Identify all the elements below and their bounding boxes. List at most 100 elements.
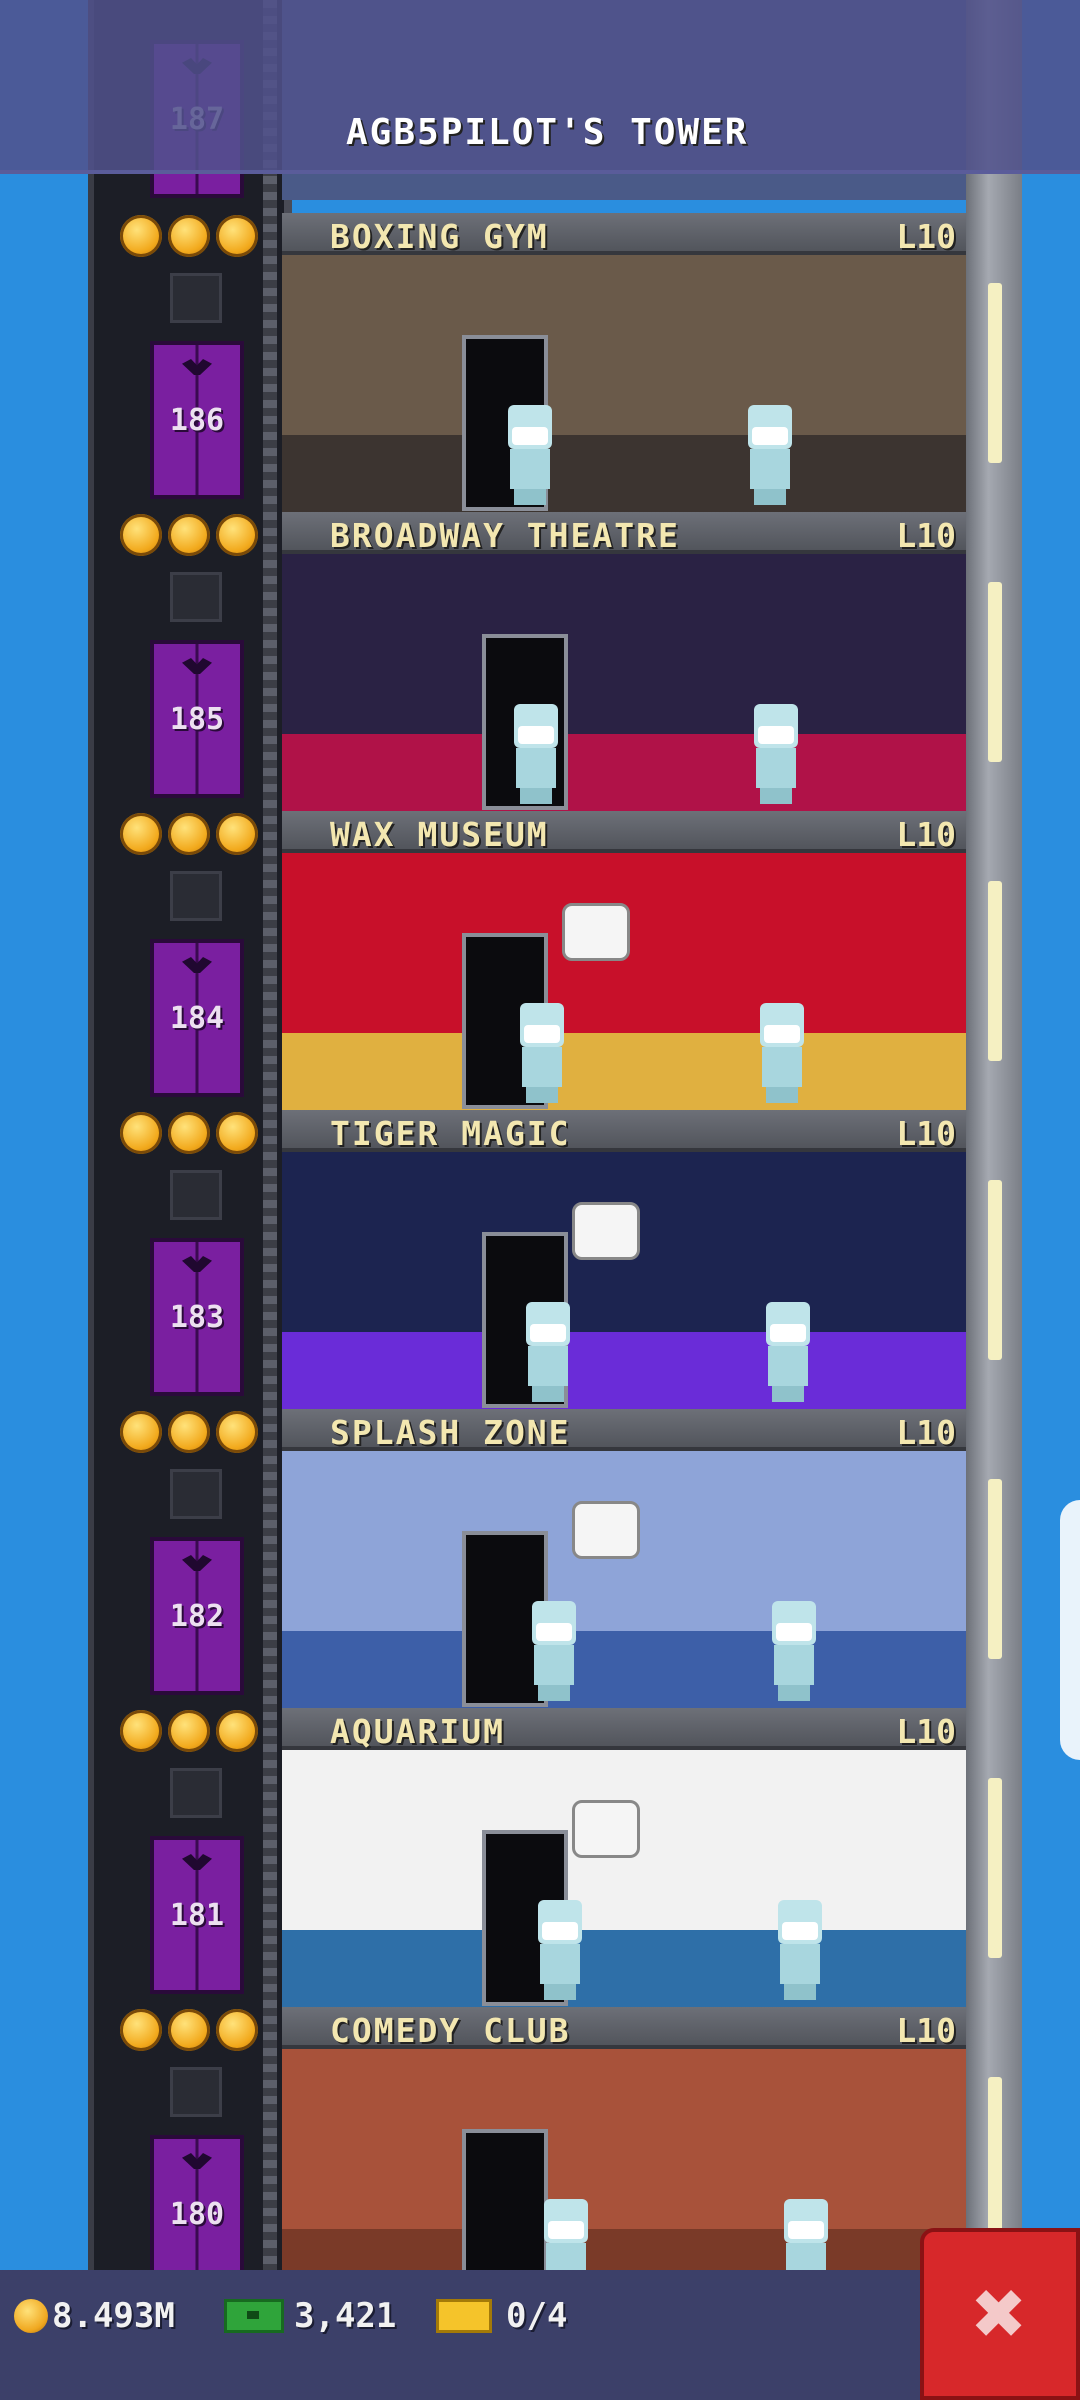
star-icon	[168, 2009, 210, 2051]
floor-number: 184	[169, 1001, 225, 1036]
star-icon	[216, 1411, 258, 1453]
elevator-door[interactable]: 183	[150, 1238, 244, 1396]
floor-level: L10	[896, 1712, 956, 1751]
elevator-door[interactable]: 181	[150, 1836, 244, 1994]
floor-level: L10	[896, 815, 956, 854]
close-button[interactable]: ✖	[920, 2228, 1080, 2400]
floor-name: WAX MUSEUM	[330, 815, 549, 854]
coins-value: 8.493M	[52, 2296, 175, 2336]
bux-value: 3,421	[294, 2296, 397, 2336]
floor-header: SPLASH ZONE L10	[282, 1409, 966, 1452]
floor-stars	[120, 1112, 270, 1156]
bitizen-sprite[interactable]	[502, 405, 558, 505]
bux-counter: 3,421	[224, 2296, 396, 2336]
tower-window	[988, 582, 1002, 762]
speech-bubble-icon[interactable]	[572, 1501, 640, 1559]
elevator-indicator	[170, 1469, 222, 1519]
elevator-door[interactable]: 184	[150, 939, 244, 1097]
tower-window	[988, 881, 1002, 1061]
tower-window	[988, 1180, 1002, 1360]
bat-icon	[182, 359, 212, 375]
bat-icon	[182, 658, 212, 674]
star-icon	[216, 215, 258, 257]
bat-icon	[182, 1256, 212, 1272]
star-icon	[216, 514, 258, 556]
bitizen-sprite[interactable]	[520, 1302, 576, 1402]
elevator-door[interactable]: 185	[150, 640, 244, 798]
tickets-value: 0/4	[506, 2296, 568, 2336]
floor-number: 183	[169, 1300, 225, 1335]
bux-icon	[224, 2299, 284, 2333]
floor-wax-museum[interactable]: WAX MUSEUM L10	[282, 811, 966, 1110]
bat-icon	[182, 957, 212, 973]
floor-stars	[120, 514, 270, 558]
tower-header: AGB5PILOT'S TOWER	[0, 0, 1080, 174]
star-icon	[168, 1710, 210, 1752]
speech-bubble-icon[interactable]	[572, 1202, 640, 1260]
elevator-indicator	[170, 572, 222, 622]
floor-name: SPLASH ZONE	[330, 1413, 571, 1452]
floor-room	[282, 255, 966, 512]
floor-name: BOXING GYM	[330, 217, 549, 256]
floor-broadway-theatre[interactable]: BROADWAY THEATRE L10	[282, 512, 966, 811]
floor-comedy-club[interactable]: COMEDY CLUB L10	[282, 2007, 966, 2306]
floor-level: L10	[896, 516, 956, 555]
floor-tiger-magic[interactable]: TIGER MAGIC L10	[282, 1110, 966, 1409]
bat-icon	[182, 1555, 212, 1571]
bitizen-sprite[interactable]	[742, 405, 798, 505]
bitizen-sprite[interactable]	[508, 704, 564, 804]
floor-aquarium[interactable]: AQUARIUM L10	[282, 1708, 966, 2007]
close-icon: ✖	[972, 2261, 1028, 2366]
floor-room	[282, 554, 966, 811]
speech-bubble-icon[interactable]	[572, 1800, 640, 1858]
floor-room	[282, 1451, 966, 1708]
bitizen-sprite[interactable]	[772, 1900, 828, 2000]
floor-splash-zone[interactable]: SPLASH ZONE L10	[282, 1409, 966, 1708]
floor-room	[282, 853, 966, 1110]
coin-icon	[14, 2299, 48, 2333]
floor-level: L10	[896, 1413, 956, 1452]
star-icon	[120, 215, 162, 257]
bitizen-sprite[interactable]	[760, 1302, 816, 1402]
elevator-indicator	[170, 2067, 222, 2117]
bitizen-sprite[interactable]	[748, 704, 804, 804]
golden-ticket-icon	[436, 2299, 492, 2333]
bitizen-sprite[interactable]	[766, 1601, 822, 1701]
star-icon	[216, 813, 258, 855]
elevator-indicator	[170, 871, 222, 921]
cloud	[1060, 1500, 1080, 1760]
floor-stars	[120, 2009, 270, 2053]
floor-level: L10	[896, 217, 956, 256]
floor-boxing-gym[interactable]: BOXING GYM L10	[282, 213, 966, 512]
elevator-indicator	[170, 1768, 222, 1818]
star-icon	[168, 215, 210, 257]
elevator-indicator	[170, 1170, 222, 1220]
speech-bubble-icon[interactable]	[562, 903, 630, 961]
star-icon	[120, 514, 162, 556]
star-icon	[216, 1112, 258, 1154]
bitizen-sprite[interactable]	[526, 1601, 582, 1701]
floor-name: BROADWAY THEATRE	[330, 516, 680, 555]
floor-name: AQUARIUM	[330, 1712, 505, 1751]
star-icon	[216, 2009, 258, 2051]
floor-header: BOXING GYM L10	[282, 213, 966, 256]
floor-room	[282, 1152, 966, 1409]
star-icon	[120, 2009, 162, 2051]
star-icon	[168, 1112, 210, 1154]
elevator-door[interactable]: 182	[150, 1537, 244, 1695]
floor-level: L10	[896, 1114, 956, 1153]
floor-level: L10	[896, 2011, 956, 2050]
bitizen-sprite[interactable]	[532, 1900, 588, 2000]
elevator-indicator	[170, 273, 222, 323]
bitizen-sprite[interactable]	[754, 1003, 810, 1103]
tower-title: AGB5PILOT'S TOWER	[346, 112, 749, 153]
floor-name: TIGER MAGIC	[330, 1114, 571, 1153]
bat-icon	[182, 1854, 212, 1870]
floor-number: 182	[169, 1599, 225, 1634]
floor-header: AQUARIUM L10	[282, 1708, 966, 1751]
floor-number: 181	[169, 1898, 225, 1933]
star-icon	[168, 514, 210, 556]
elevator-door[interactable]: 186	[150, 341, 244, 499]
star-icon	[168, 813, 210, 855]
bitizen-sprite[interactable]	[514, 1003, 570, 1103]
